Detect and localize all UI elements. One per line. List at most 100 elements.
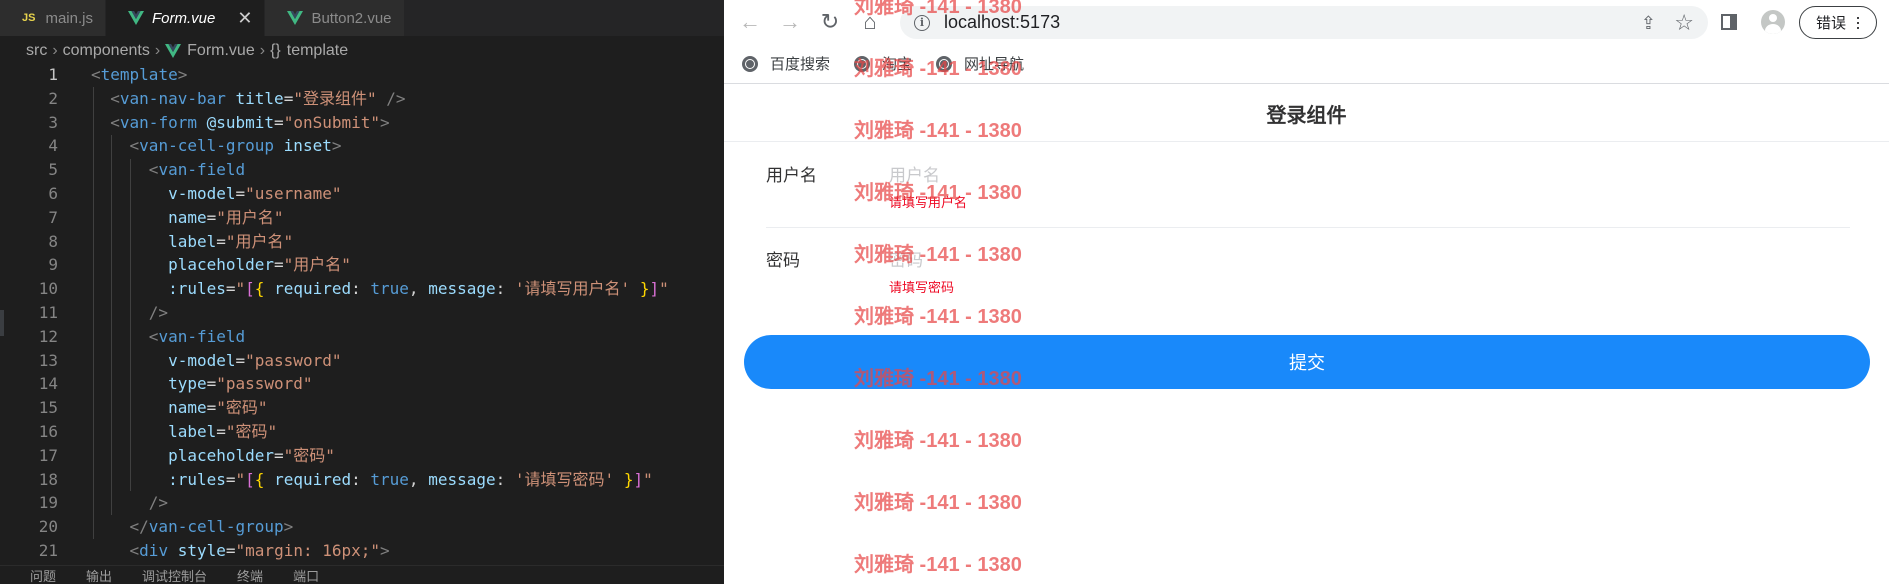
line-number: 4 <box>48 136 58 156</box>
panel-tab-debug-console[interactable]: 调试控制台 <box>142 566 207 584</box>
line-number: 2 <box>48 88 58 108</box>
code-line: 5 <van-field <box>0 158 724 182</box>
panel-tab-bar: 问题 输出 调试控制台 终端 端口 <box>0 565 724 584</box>
globe-icon <box>936 55 953 72</box>
code-line: 12 <van-field <box>0 325 724 349</box>
page-content: 登录组件 用户名 用户名 请填写用户名 密码 密码 请填写密码 提交 <box>724 85 1889 584</box>
code-line: 18 :rules="[{ required: true, message: '… <box>0 468 724 492</box>
field-divider <box>766 227 1850 228</box>
line-number: 8 <box>48 231 58 251</box>
line-number: 13 <box>38 350 58 370</box>
line-number: 14 <box>38 374 58 394</box>
code-line: 10 :rules="[{ required: true, message: '… <box>0 277 724 301</box>
bookmark-star-icon[interactable]: ☆ <box>1674 10 1694 36</box>
breadcrumb: src › components › Form.vue › {} templat… <box>0 36 724 66</box>
bookmark-baidu[interactable]: 百度搜索 <box>742 53 830 74</box>
toolbar-right: 错误 ··· <box>1720 0 1889 44</box>
share-icon[interactable]: ⇪ <box>1641 13 1656 34</box>
code-line: 3 <van-form @submit="onSubmit"> <box>0 111 724 135</box>
code-line: 9 placeholder="用户名" <box>0 253 724 277</box>
breadcrumb-item[interactable]: template <box>287 42 348 60</box>
panel-tab-ports[interactable]: 端口 <box>293 566 319 584</box>
indent-guide <box>111 135 112 515</box>
tab-main-js[interactable]: JS main.js <box>0 0 106 36</box>
line-number: 16 <box>38 421 58 441</box>
url-text: localhost:5173 <box>944 12 1061 32</box>
home-icon[interactable]: ⌂ <box>850 2 890 42</box>
code-line: 2 <van-nav-bar title="登录组件" /> <box>0 87 724 111</box>
profile-avatar-icon[interactable] <box>1760 10 1785 34</box>
chevron-right-icon: › <box>154 42 161 59</box>
side-panel-icon[interactable] <box>1720 14 1737 30</box>
username-input[interactable]: 用户名 <box>889 161 940 186</box>
code-line: 16 label="密码" <box>0 420 724 444</box>
line-number: 10 <box>38 279 58 299</box>
browser-toolbar: ← → ↻ ⌂ i localhost:5173 ⇪ ☆ 错误 ··· <box>724 0 1889 44</box>
chevron-right-icon: › <box>259 42 266 59</box>
site-info-icon[interactable]: i <box>914 14 930 31</box>
panel-tab-output[interactable]: 输出 <box>86 566 112 584</box>
back-arrow-icon[interactable]: ← <box>730 2 770 42</box>
code-line: 1 <template> <box>0 63 724 87</box>
code-line: 14 type="password" <box>0 372 724 396</box>
password-input[interactable]: 密码 <box>889 246 923 271</box>
submit-button[interactable]: 提交 <box>744 335 1870 389</box>
line-number: 11 <box>38 302 58 322</box>
bookmark-label: 百度搜索 <box>770 56 831 73</box>
panel-tab-problems[interactable]: 问题 <box>30 566 56 584</box>
username-error: 请填写用户名 <box>889 195 968 210</box>
tab-label: Form.vue <box>151 9 216 27</box>
bookmark-label: 网址导航 <box>964 56 1025 73</box>
password-error: 请填写密码 <box>889 280 955 295</box>
code-line: 4 <van-cell-group inset> <box>0 134 724 158</box>
more-menu-icon: ··· <box>1849 14 1869 30</box>
error-menu-button[interactable]: 错误 ··· <box>1798 5 1877 39</box>
line-number: 12 <box>38 326 58 346</box>
indent-guide <box>93 87 94 539</box>
bookmarks-bar: 百度搜索 淘宝 网址导航 <box>724 44 1889 84</box>
vue-file-icon <box>165 44 182 58</box>
code-line: 11 /> <box>0 301 724 325</box>
address-bar[interactable]: i localhost:5173 ⇪ ☆ <box>900 6 1708 39</box>
editor-tab-bar: JS main.js Form.vue ✕ Button2.vue <box>0 0 724 36</box>
code-line: 20 </van-cell-group> <box>0 515 724 539</box>
bookmark-label: 淘宝 <box>882 56 913 73</box>
line-number: 21 <box>38 540 58 560</box>
code-area[interactable]: 1 <template> 2 <van-nav-bar title="登录组件" … <box>0 63 724 563</box>
panel-tab-terminal[interactable]: 终端 <box>237 566 263 584</box>
page-title: 登录组件 <box>1266 104 1347 127</box>
js-file-icon: JS <box>22 12 36 24</box>
line-number: 18 <box>38 469 58 489</box>
close-icon[interactable]: ✕ <box>237 8 252 29</box>
vue-file-icon <box>287 11 304 25</box>
bookmark-hao[interactable]: 网址导航 <box>936 53 1024 74</box>
code-line: 6 v-model="username" <box>0 182 724 206</box>
forward-arrow-icon[interactable]: → <box>770 2 810 42</box>
submit-label: 提交 <box>1289 353 1325 373</box>
tab-form-vue[interactable]: Form.vue ✕ <box>105 0 266 36</box>
bookmark-taobao[interactable]: 淘宝 <box>854 53 912 74</box>
line-number: 3 <box>48 112 58 132</box>
vue-file-icon <box>127 11 144 25</box>
code-editor[interactable]: JS main.js Form.vue ✕ Button2.vue src › … <box>0 0 724 584</box>
line-number: 1 <box>48 65 58 84</box>
tab-label: main.js <box>45 9 93 27</box>
nav-bar: 登录组件 <box>724 85 1889 142</box>
line-number: 15 <box>38 398 58 418</box>
line-number: 19 <box>38 493 58 513</box>
line-number: 5 <box>48 160 58 180</box>
line-number: 20 <box>38 517 58 537</box>
globe-icon <box>854 55 871 72</box>
tab-button2-vue[interactable]: Button2.vue <box>265 0 405 36</box>
code-line: 7 name="用户名" <box>0 206 724 230</box>
browser-window: ← → ↻ ⌂ i localhost:5173 ⇪ ☆ 错误 ··· 百度搜索… <box>724 0 1889 584</box>
breadcrumb-item[interactable]: Form.vue <box>187 42 255 60</box>
breadcrumb-item[interactable]: components <box>63 42 150 60</box>
breadcrumb-item[interactable]: src <box>26 42 47 60</box>
code-line: 17 placeholder="密码" <box>0 444 724 468</box>
line-number: 6 <box>48 183 58 203</box>
tab-label: Button2.vue <box>311 9 392 27</box>
code-line: 15 name="密码" <box>0 396 724 420</box>
reload-icon[interactable]: ↻ <box>810 2 850 42</box>
chevron-right-icon: › <box>52 42 58 59</box>
